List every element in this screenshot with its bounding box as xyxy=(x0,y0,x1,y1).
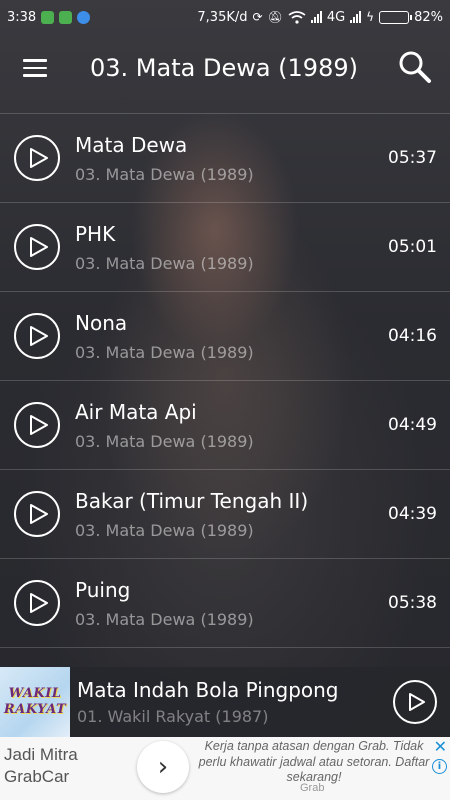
track-album: 03. Mata Dewa (1989) xyxy=(75,609,254,629)
track-title: PHK xyxy=(75,221,116,246)
battery-percent: 82% xyxy=(414,9,443,25)
ad-headline-line1: Jadi Mitra xyxy=(4,745,78,764)
track-row[interactable]: Nona 03. Mata Dewa (1989) 04:16 xyxy=(0,291,450,380)
play-icon[interactable] xyxy=(14,224,60,270)
cover-text-line2: RAKYAT xyxy=(3,702,67,717)
now-playing-title: Mata Indah Bola Pingpong xyxy=(77,678,339,702)
track-list: Mata Dewa 03. Mata Dewa (1989) 05:37 PHK… xyxy=(0,113,450,667)
track-duration: 04:39 xyxy=(388,504,437,524)
track-duration: 04:16 xyxy=(388,326,437,346)
track-title: Mata Dewa xyxy=(75,132,188,157)
menu-icon[interactable] xyxy=(0,34,70,102)
now-playing-album: 01. Wakil Rakyat (1987) xyxy=(77,707,269,726)
now-playing-bar[interactable]: WAKIL RAKYAT Mata Indah Bola Pingpong 01… xyxy=(0,667,450,737)
track-duration: 05:37 xyxy=(388,148,437,168)
sync-icon: ⟳ xyxy=(252,10,263,24)
ad-headline: Jadi Mitra GrabCar xyxy=(4,744,78,788)
ad-headline-line2: GrabCar xyxy=(4,767,70,787)
play-icon[interactable] xyxy=(14,402,60,448)
track-row-partial xyxy=(0,647,450,667)
ad-body: Kerja tanpa atasan dengan Grab. Tidak pe… xyxy=(198,739,430,785)
status-bar: 3:38 7,35K/d ⟳ 🔕︎ 4G ϟ 82% xyxy=(0,0,450,34)
track-duration: 05:38 xyxy=(388,593,437,613)
track-album: 03. Mata Dewa (1989) xyxy=(75,520,254,540)
ad-chevron-right-icon[interactable]: › xyxy=(137,741,189,793)
page-title: 03. Mata Dewa (1989) xyxy=(90,54,358,82)
track-album: 03. Mata Dewa (1989) xyxy=(75,431,254,451)
app-bar: 03. Mata Dewa (1989) xyxy=(0,34,450,102)
ad-brand: Grab xyxy=(300,782,325,794)
search-icon[interactable] xyxy=(398,50,432,84)
now-playing-play-icon[interactable] xyxy=(393,680,437,724)
track-row[interactable]: Bakar (Timur Tengah II) 03. Mata Dewa (1… xyxy=(0,469,450,558)
play-icon[interactable] xyxy=(14,491,60,537)
track-row[interactable]: Mata Dewa 03. Mata Dewa (1989) 05:37 xyxy=(0,113,450,202)
cloud-notification-icon xyxy=(77,10,91,24)
play-icon[interactable] xyxy=(14,580,60,626)
track-album: 03. Mata Dewa (1989) xyxy=(75,342,254,362)
track-row[interactable]: PHK 03. Mata Dewa (1989) 05:01 xyxy=(0,202,450,291)
ad-close-icon[interactable]: ✕ xyxy=(434,737,447,756)
battery-icon xyxy=(379,10,413,24)
network-type: 4G xyxy=(326,9,346,25)
track-row[interactable]: Air Mata Api 03. Mata Dewa (1989) 04:49 xyxy=(0,380,450,469)
track-duration: 05:01 xyxy=(388,237,437,257)
wifi-icon xyxy=(288,10,306,24)
track-album: 03. Mata Dewa (1989) xyxy=(75,164,254,184)
track-title: Air Mata Api xyxy=(75,399,197,424)
status-time: 3:38 xyxy=(7,9,37,25)
app-notification-icon xyxy=(59,10,73,24)
track-album: 03. Mata Dewa (1989) xyxy=(75,253,254,273)
signal-icon xyxy=(310,11,322,23)
track-title: Bakar (Timur Tengah II) xyxy=(75,488,309,513)
album-cover: WAKIL RAKYAT xyxy=(0,667,70,737)
track-row[interactable]: Puing 03. Mata Dewa (1989) 05:38 xyxy=(0,558,450,647)
net-speed: 7,35K/d xyxy=(197,9,248,25)
cover-text-line1: WAKIL xyxy=(8,686,62,702)
charging-icon: ϟ xyxy=(366,10,375,24)
signal-icon-2 xyxy=(350,11,362,23)
play-icon[interactable] xyxy=(14,135,60,181)
track-title: Puing xyxy=(75,577,131,602)
play-icon[interactable] xyxy=(14,313,60,359)
ad-info-icon[interactable]: i xyxy=(432,759,447,774)
track-duration: 04:49 xyxy=(388,415,437,435)
ad-banner[interactable]: Jadi Mitra GrabCar › Kerja tanpa atasan … xyxy=(0,737,450,800)
android-notification-icon xyxy=(41,10,55,24)
alarm-off-icon: 🔕︎ xyxy=(267,10,283,24)
track-title: Nona xyxy=(75,310,128,335)
